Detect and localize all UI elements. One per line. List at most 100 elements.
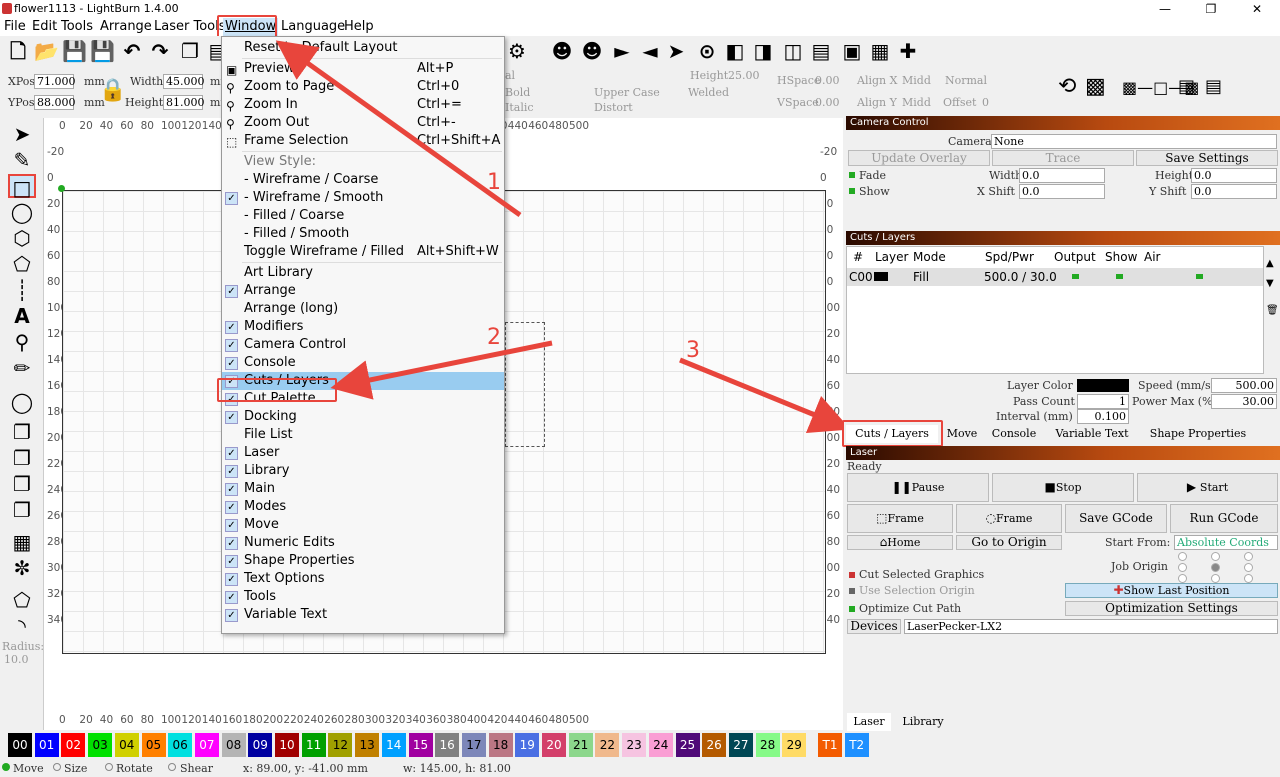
show-label: Show (859, 185, 890, 198)
pause-button[interactable]: ❚❚Pause (847, 473, 989, 502)
palette-swatch[interactable]: 00 (8, 733, 32, 757)
tab-laser[interactable]: Laser (847, 713, 891, 731)
frame-circle-button[interactable]: ◌Frame (956, 504, 1062, 533)
palette-swatch[interactable]: 16 (435, 733, 460, 757)
tab-shape-properties[interactable]: Shape Properties (1142, 425, 1254, 443)
palette-swatch[interactable]: T1 (818, 733, 842, 757)
palette-swatch[interactable]: 08 (221, 733, 246, 757)
show-checkbox[interactable] (849, 188, 855, 194)
start-from-select[interactable]: Absolute Coords (1174, 535, 1278, 550)
delete-layer-icon[interactable]: 🗑 (1266, 305, 1279, 316)
save-settings-button[interactable]: Save Settings (1136, 150, 1278, 166)
run-gcode-button[interactable]: Run GCode (1170, 504, 1278, 533)
cam-height-input[interactable]: 0.0 (1191, 168, 1277, 183)
palette-swatch[interactable]: 21 (568, 733, 593, 757)
palette-swatch[interactable]: 05 (141, 733, 166, 757)
cut-selected-checkbox[interactable] (849, 572, 855, 578)
power-max-input[interactable]: 30.00 (1211, 394, 1277, 409)
origin-radio-tr[interactable] (1244, 552, 1253, 561)
interval-input[interactable]: 0.100 (1077, 409, 1129, 424)
air-toggle[interactable] (1196, 274, 1203, 279)
palette-swatch[interactable]: 22 (595, 733, 620, 757)
device-select[interactable]: LaserPecker-LX2 (904, 619, 1278, 634)
xshift-label: X Shift (977, 185, 1015, 198)
shear-radio[interactable] (168, 763, 176, 771)
origin-radio-tc[interactable] (1211, 552, 1220, 561)
origin-radio-mc[interactable] (1211, 563, 1220, 572)
row-num: C00 (849, 270, 873, 284)
palette-swatch[interactable]: 18 (488, 733, 513, 757)
palette-swatch[interactable]: 14 (381, 733, 406, 757)
origin-radio-ml[interactable] (1178, 563, 1187, 572)
palette-swatch[interactable]: 06 (168, 733, 193, 757)
tab-move[interactable]: Move (945, 425, 979, 443)
start-button[interactable]: ▶ Start (1137, 473, 1278, 502)
frame-rect-button[interactable]: ⬚Frame (847, 504, 953, 533)
palette-swatch[interactable]: 17 (461, 733, 486, 757)
laser-panel-header: Laser (846, 446, 1280, 460)
cam-width-input[interactable]: 0.0 (1019, 168, 1105, 183)
rotate-radio[interactable] (105, 763, 113, 771)
show-toggle[interactable] (1116, 274, 1123, 279)
palette-swatch[interactable]: 27 (728, 733, 753, 757)
save-gcode-button[interactable]: Save GCode (1065, 504, 1167, 533)
tab-variable-text[interactable]: Variable Text (1046, 425, 1138, 443)
origin-radio-bc[interactable] (1211, 574, 1220, 583)
table-row[interactable]: C00 Fill 500.0 / 30.0 (847, 268, 1263, 286)
output-toggle[interactable] (1072, 274, 1079, 279)
row-mode[interactable]: Fill (913, 270, 929, 284)
layer-color-picker[interactable] (1077, 379, 1129, 392)
palette-swatch[interactable]: 15 (408, 733, 433, 757)
palette-swatch[interactable]: 20 (542, 733, 566, 757)
palette-swatch[interactable]: 10 (275, 733, 299, 757)
pause-label: Pause (911, 481, 945, 494)
palette-swatch[interactable]: 25 (675, 733, 700, 757)
origin-radio-mr[interactable] (1244, 563, 1253, 572)
move-radio[interactable] (2, 763, 10, 771)
palette-swatch[interactable]: 24 (648, 733, 673, 757)
fade-checkbox[interactable] (849, 172, 855, 178)
palette-swatch[interactable]: 23 (622, 733, 647, 757)
palette-swatch[interactable]: 09 (248, 733, 273, 757)
tab-console[interactable]: Console (986, 425, 1042, 443)
home-button[interactable]: ⌂Home (847, 535, 953, 550)
palette-swatch[interactable]: 12 (328, 733, 353, 757)
palette-swatch[interactable]: 26 (702, 733, 727, 757)
annotation-1: 1 (487, 170, 501, 195)
palette-swatch[interactable]: 11 (301, 733, 326, 757)
home-label: Home (887, 536, 921, 549)
show-last-position-button[interactable]: ✚Show Last Position (1065, 583, 1278, 598)
update-overlay-button[interactable]: Update Overlay (848, 150, 990, 166)
origin-radio-bl[interactable] (1178, 574, 1187, 583)
palette-swatch[interactable]: 02 (61, 733, 86, 757)
palette-swatch[interactable]: 28 (755, 733, 780, 757)
palette-swatch[interactable]: 13 (355, 733, 380, 757)
tab-library[interactable]: Library (896, 713, 950, 731)
status-bar: Move Size Rotate Shear x: 89.00, y: -41.… (0, 760, 1280, 777)
devices-button[interactable]: Devices (847, 619, 901, 634)
stop-button[interactable]: ■Stop (992, 473, 1134, 502)
optimization-settings-button[interactable]: Optimization Settings (1065, 601, 1278, 616)
speed-input[interactable]: 500.00 (1211, 378, 1277, 393)
move-up-icon[interactable]: ▲ (1266, 258, 1274, 269)
yshift-input[interactable]: 0.0 (1191, 184, 1277, 199)
palette-swatch[interactable]: 03 (88, 733, 113, 757)
origin-radio-tl[interactable] (1178, 552, 1187, 561)
go-to-origin-button[interactable]: Go to Origin (956, 535, 1062, 550)
trace-button[interactable]: Trace (992, 150, 1134, 166)
palette-swatch[interactable]: T2 (844, 733, 869, 757)
pass-count-input[interactable]: 1 (1077, 394, 1129, 409)
origin-radio-br[interactable] (1244, 574, 1253, 583)
use-selection-checkbox[interactable] (849, 588, 855, 594)
palette-swatch[interactable]: 19 (515, 733, 540, 757)
camera-select[interactable]: None (991, 134, 1277, 149)
size-radio[interactable] (53, 763, 61, 771)
palette-swatch[interactable]: 04 (114, 733, 139, 757)
palette-swatch[interactable]: 29 (782, 733, 807, 757)
move-down-icon[interactable]: ▼ (1266, 278, 1274, 289)
arrow-2 (330, 340, 553, 400)
palette-swatch[interactable]: 07 (194, 733, 219, 757)
palette-swatch[interactable]: 01 (34, 733, 59, 757)
optimize-checkbox[interactable] (849, 606, 855, 612)
xshift-input[interactable]: 0.0 (1019, 184, 1105, 199)
